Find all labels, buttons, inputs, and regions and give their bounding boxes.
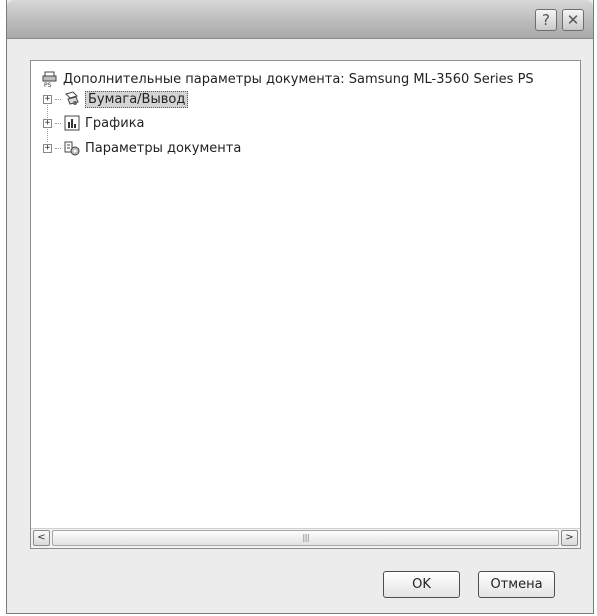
- chevron-right-icon: >: [565, 532, 574, 543]
- tree-item-label: Бумага/Вывод: [85, 90, 189, 108]
- options-tree[interactable]: PS Дополнительные параметры документа: S…: [30, 60, 581, 549]
- help-button[interactable]: ?: [535, 9, 557, 31]
- tree-item-graphics[interactable]: + Графика: [43, 113, 145, 133]
- title-bar[interactable]: ? ✕: [7, 0, 593, 39]
- advanced-options-dialog: ? ✕ PS Дополнительные параметры документ…: [6, 0, 594, 614]
- tree-root[interactable]: PS Дополнительные параметры документа: S…: [41, 69, 534, 89]
- graphics-chart-icon: [64, 115, 80, 131]
- close-button[interactable]: ✕: [562, 9, 584, 31]
- grip-icon: ||||: [302, 533, 310, 542]
- tree-item-label: Параметры документа: [85, 140, 242, 156]
- scroll-thumb[interactable]: ||||: [52, 530, 559, 546]
- tree-item-document-options[interactable]: + Параметры документа: [43, 138, 241, 158]
- chevron-left-icon: <: [37, 532, 46, 543]
- cancel-button-label: Отмена: [490, 577, 543, 592]
- svg-text:PS: PS: [44, 82, 52, 88]
- scroll-left-button[interactable]: <: [33, 530, 50, 546]
- horizontal-scrollbar[interactable]: < |||| >: [31, 528, 580, 548]
- tree-item-label: Графика: [85, 115, 145, 131]
- document-options-icon: [64, 141, 80, 156]
- cancel-button[interactable]: Отмена: [478, 571, 555, 598]
- expand-icon[interactable]: +: [43, 94, 52, 104]
- expand-icon[interactable]: +: [43, 143, 52, 153]
- tree-item-paper-output[interactable]: + Бумага/Вывод: [43, 89, 189, 109]
- paper-output-icon: [65, 91, 79, 105]
- close-icon: ✕: [566, 11, 580, 29]
- scroll-right-button[interactable]: >: [561, 530, 578, 546]
- ok-button-label: OK: [412, 577, 431, 592]
- tree-root-label: Дополнительные параметры документа: Sams…: [63, 71, 534, 87]
- printer-ps-icon: PS: [42, 71, 57, 88]
- ok-button[interactable]: OK: [383, 571, 460, 598]
- help-icon: ?: [542, 11, 550, 29]
- expand-icon[interactable]: +: [43, 118, 52, 128]
